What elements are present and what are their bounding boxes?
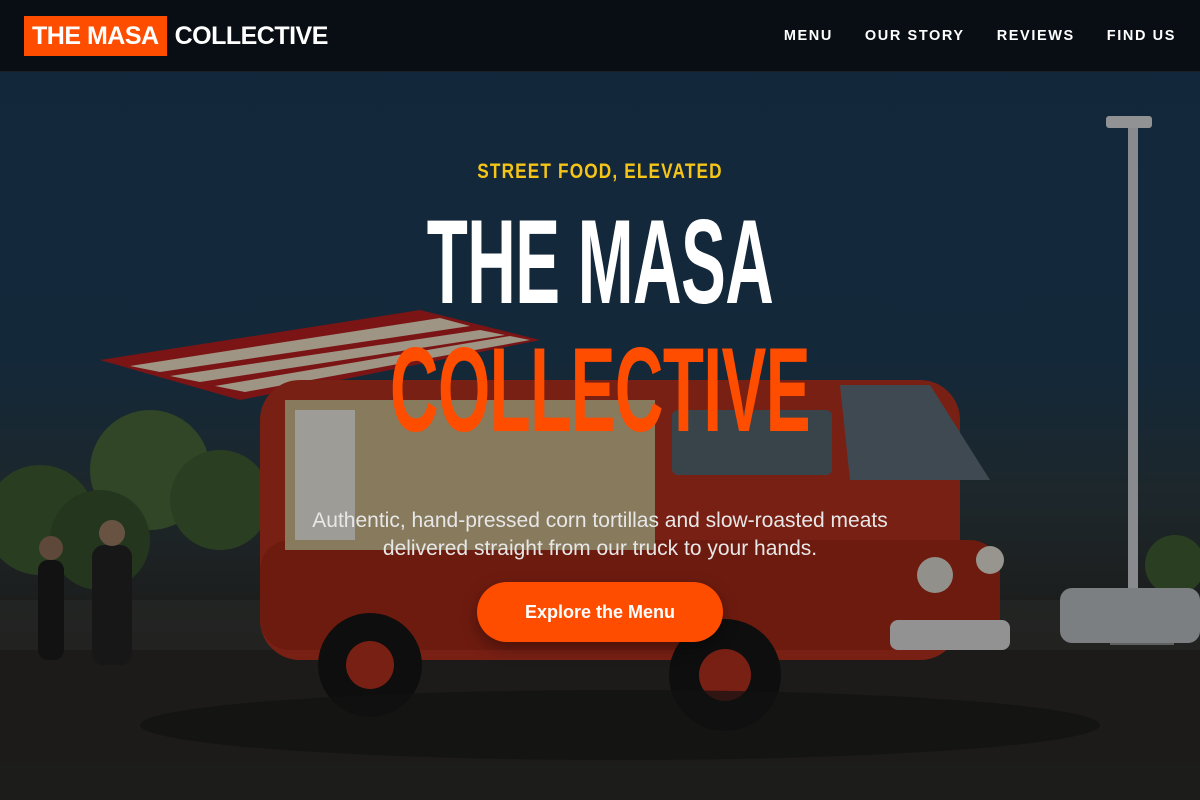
hero-title-line-2: COLLECTIVE	[389, 323, 811, 457]
logo-highlight: THE MASA	[24, 15, 167, 56]
hero-eyebrow: STREET FOOD, ELEVATED	[477, 160, 723, 183]
nav-link-find-us[interactable]: FIND US	[1107, 28, 1176, 44]
explore-menu-button[interactable]: Explore the Menu	[477, 582, 723, 642]
hero-section: STREET FOOD, ELEVATED THE MASA COLLECTIV…	[0, 0, 1200, 800]
hero-subtitle: Authentic, hand-pressed corn tortillas a…	[312, 509, 888, 560]
logo-text: COLLECTIVE	[174, 21, 329, 50]
page: THE MASA COLLECTIVE MENU OUR STORY REVIE…	[0, 0, 1200, 800]
site-logo[interactable]: THE MASA COLLECTIVE	[24, 15, 329, 56]
nav-link-our-story[interactable]: OUR STORY	[865, 28, 965, 44]
nav-link-menu[interactable]: MENU	[784, 28, 833, 44]
site-header: THE MASA COLLECTIVE MENU OUR STORY REVIE…	[0, 0, 1200, 72]
hero-title-line-1: THE MASA	[426, 195, 774, 329]
nav-link-reviews[interactable]: REVIEWS	[997, 28, 1075, 44]
main-nav: MENU OUR STORY REVIEWS FIND US	[784, 28, 1176, 44]
